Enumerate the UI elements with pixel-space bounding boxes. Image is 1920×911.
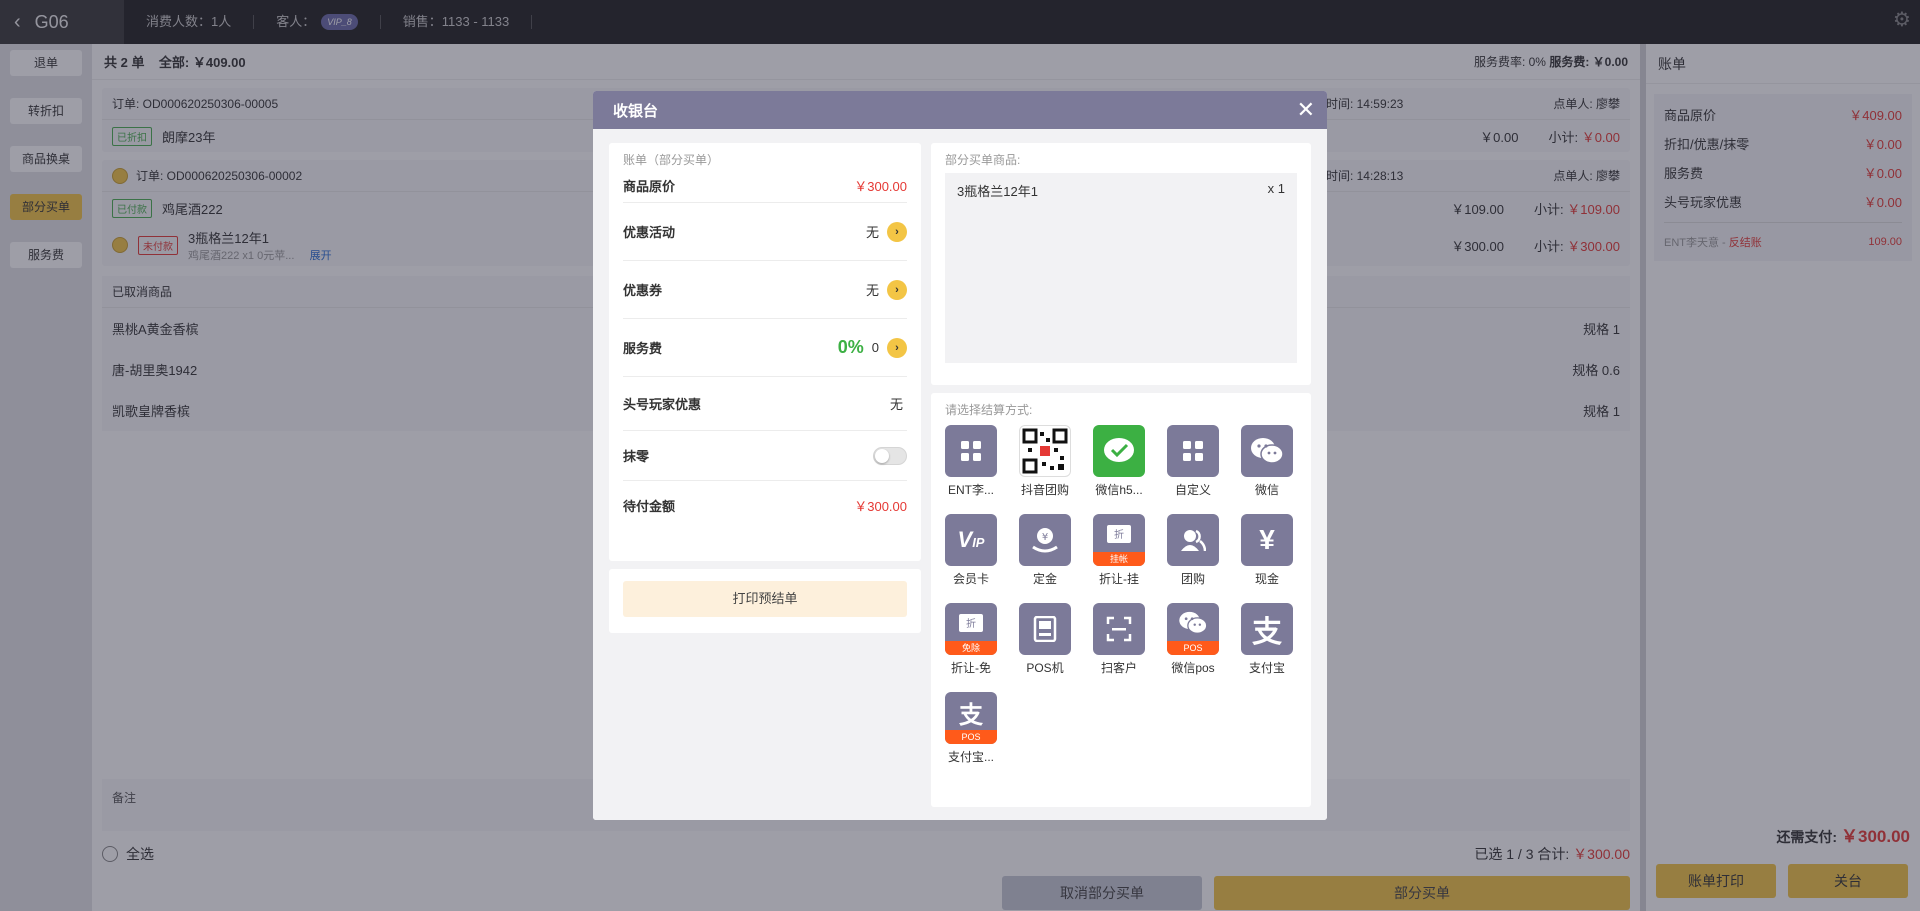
- qr-code-icon: [1019, 425, 1071, 477]
- payment-wechat-h5[interactable]: 微信h5...: [1093, 425, 1145, 498]
- ribbon-label: 挂帐: [1093, 552, 1145, 566]
- wechat-icon: [1093, 425, 1145, 477]
- grid-icon: [1167, 425, 1219, 477]
- chevron-right-icon[interactable]: ›: [887, 279, 907, 300]
- payment-label: 微信h5...: [1095, 483, 1143, 497]
- payment-label: 折让-挂: [1099, 572, 1139, 586]
- payment-deposit[interactable]: ¥ 定金: [1019, 514, 1071, 587]
- payment-label: 团购: [1180, 572, 1205, 586]
- ribbon-label: POS: [945, 730, 997, 744]
- payment-custom[interactable]: 自定义: [1167, 425, 1219, 498]
- modal-title: 收银台: [613, 102, 659, 120]
- payment-wechat-pos[interactable]: POS 微信pos: [1167, 603, 1219, 676]
- modal-body: 账单（部分买单） 商品原价 ￥300.00 优惠活动 无 › 优惠券 无 › 服务费…: [593, 129, 1327, 820]
- coupon-row[interactable]: 优惠券 无 ›: [623, 261, 907, 319]
- coupon-label: 优惠券: [623, 283, 663, 298]
- svg-text:折: 折: [1114, 528, 1124, 541]
- original-price-value: ￥300.00: [854, 179, 907, 194]
- svg-text:¥: ¥: [1042, 532, 1048, 543]
- payment-pos-machine[interactable]: POS机: [1019, 603, 1071, 676]
- due-label: 待付金额: [623, 498, 676, 514]
- original-price-label: 商品原价: [623, 179, 676, 194]
- payment-scan-customer[interactable]: 扫客户: [1093, 603, 1145, 676]
- payment-label: 支付宝: [1248, 661, 1285, 675]
- due-value: ￥300.00: [854, 498, 907, 514]
- player-discount-value: 无: [889, 397, 903, 412]
- ribbon-label: 免除: [945, 641, 997, 655]
- wechat-icon: [1241, 425, 1293, 477]
- service-fee-percent: 0%: [837, 337, 864, 357]
- print-card: 打印预结单: [609, 569, 921, 633]
- close-icon[interactable]: ✕: [1297, 97, 1315, 123]
- grid-icon: [945, 425, 997, 477]
- alipay-icon: 支: [1241, 603, 1293, 655]
- payment-label: ENT李...: [947, 483, 994, 497]
- item-name: 3瓶格兰12年1: [957, 184, 1038, 199]
- payment-group[interactable]: 团购: [1167, 514, 1219, 587]
- list-item: 3瓶格兰12年1 x 1: [957, 181, 1285, 200]
- promo-label: 优惠活动: [623, 225, 676, 240]
- chevron-right-icon[interactable]: ›: [887, 221, 907, 242]
- payment-douyin[interactable]: 抖音团购: [1019, 425, 1071, 498]
- service-fee-label: 服务费: [623, 341, 663, 356]
- payment-label: POS机: [1026, 661, 1064, 675]
- payment-grid: ENT李... 抖音团购 微信h5... 自定义 微信 VIP 会员卡 ¥ 定金…: [945, 425, 1297, 765]
- payment-cash[interactable]: ¥ 现金: [1241, 514, 1293, 587]
- modal-header: 收银台 ✕: [593, 91, 1327, 129]
- alipay-icon: 支 POS: [945, 692, 997, 744]
- payment-label: 微信pos: [1171, 661, 1215, 675]
- ribbon-label: POS: [1167, 641, 1219, 655]
- bill-caption: 账单（部分买单）: [623, 153, 720, 167]
- payment-label: 定金: [1032, 572, 1057, 586]
- payment-methods-card: 请选择结算方式: ENT李... 抖音团购 微信h5... 自定义 微信 VIP…: [931, 393, 1311, 807]
- payment-label: 现金: [1254, 572, 1279, 586]
- yuan-icon: ¥: [1241, 514, 1293, 566]
- discount-ticket-icon: 折 免除: [945, 603, 997, 655]
- promo-row[interactable]: 优惠活动 无 ›: [623, 203, 907, 261]
- wechat-icon: POS: [1167, 603, 1219, 655]
- player-discount-label: 头号玩家优惠: [623, 397, 702, 412]
- scan-icon: [1093, 603, 1145, 655]
- items-list: 3瓶格兰12年1 x 1: [945, 173, 1297, 363]
- vip-card-icon: VIP: [945, 514, 997, 566]
- rounding-label: 抹零: [623, 449, 650, 464]
- payment-discount-waive[interactable]: 折 免除 折让-免: [945, 603, 997, 676]
- group-icon: [1167, 514, 1219, 566]
- payment-wechat[interactable]: 微信: [1241, 425, 1293, 498]
- payment-alipay-pos[interactable]: 支 POS 支付宝...: [945, 692, 997, 765]
- service-fee-row[interactable]: 服务费 0% 0 ›: [623, 319, 907, 377]
- pos-terminal-icon: [1019, 603, 1071, 655]
- payment-label: 折让-免: [951, 661, 991, 675]
- payment-alipay[interactable]: 支 支付宝: [1241, 603, 1293, 676]
- amount-due-row: 待付金额 ￥300.00: [623, 481, 907, 529]
- partial-items-card: 部分买单商品: 3瓶格兰12年1 x 1: [931, 143, 1311, 385]
- payment-discount-credit[interactable]: 折 挂帐 折让-挂: [1093, 514, 1145, 587]
- player-discount-row: 头号玩家优惠 无: [623, 377, 907, 431]
- cashier-modal: 收银台 ✕ 账单（部分买单） 商品原价 ￥300.00 优惠活动 无 › 优惠券 …: [593, 91, 1327, 820]
- rounding-row: 抹零: [623, 431, 907, 481]
- discount-ticket-icon: 折 挂帐: [1093, 514, 1145, 566]
- deposit-icon: ¥: [1019, 514, 1071, 566]
- item-qty: x 1: [1267, 181, 1285, 196]
- payment-ent[interactable]: ENT李...: [945, 425, 997, 498]
- service-fee-value: 0: [871, 340, 879, 355]
- original-price-row: 商品原价 ￥300.00: [623, 169, 907, 203]
- payment-vip-card[interactable]: VIP 会员卡: [945, 514, 997, 587]
- payment-label: 微信: [1254, 483, 1279, 497]
- payment-label: 扫客户: [1100, 661, 1137, 675]
- svg-text:折: 折: [966, 617, 976, 630]
- rounding-toggle[interactable]: [873, 446, 907, 465]
- bill-card: 账单（部分买单） 商品原价 ￥300.00 优惠活动 无 › 优惠券 无 › 服务费…: [609, 143, 921, 561]
- chevron-right-icon[interactable]: ›: [887, 337, 907, 358]
- coupon-value: 无: [865, 283, 879, 298]
- payment-label: 会员卡: [952, 572, 989, 586]
- items-caption: 部分买单商品:: [945, 153, 1021, 167]
- print-pre-settle-button[interactable]: 打印预结单: [623, 581, 907, 617]
- payment-caption: 请选择结算方式:: [945, 403, 1033, 417]
- payment-label: 自定义: [1174, 483, 1211, 497]
- promo-value: 无: [865, 225, 879, 240]
- payment-label: 支付宝...: [947, 750, 994, 764]
- payment-label: 抖音团购: [1020, 483, 1069, 497]
